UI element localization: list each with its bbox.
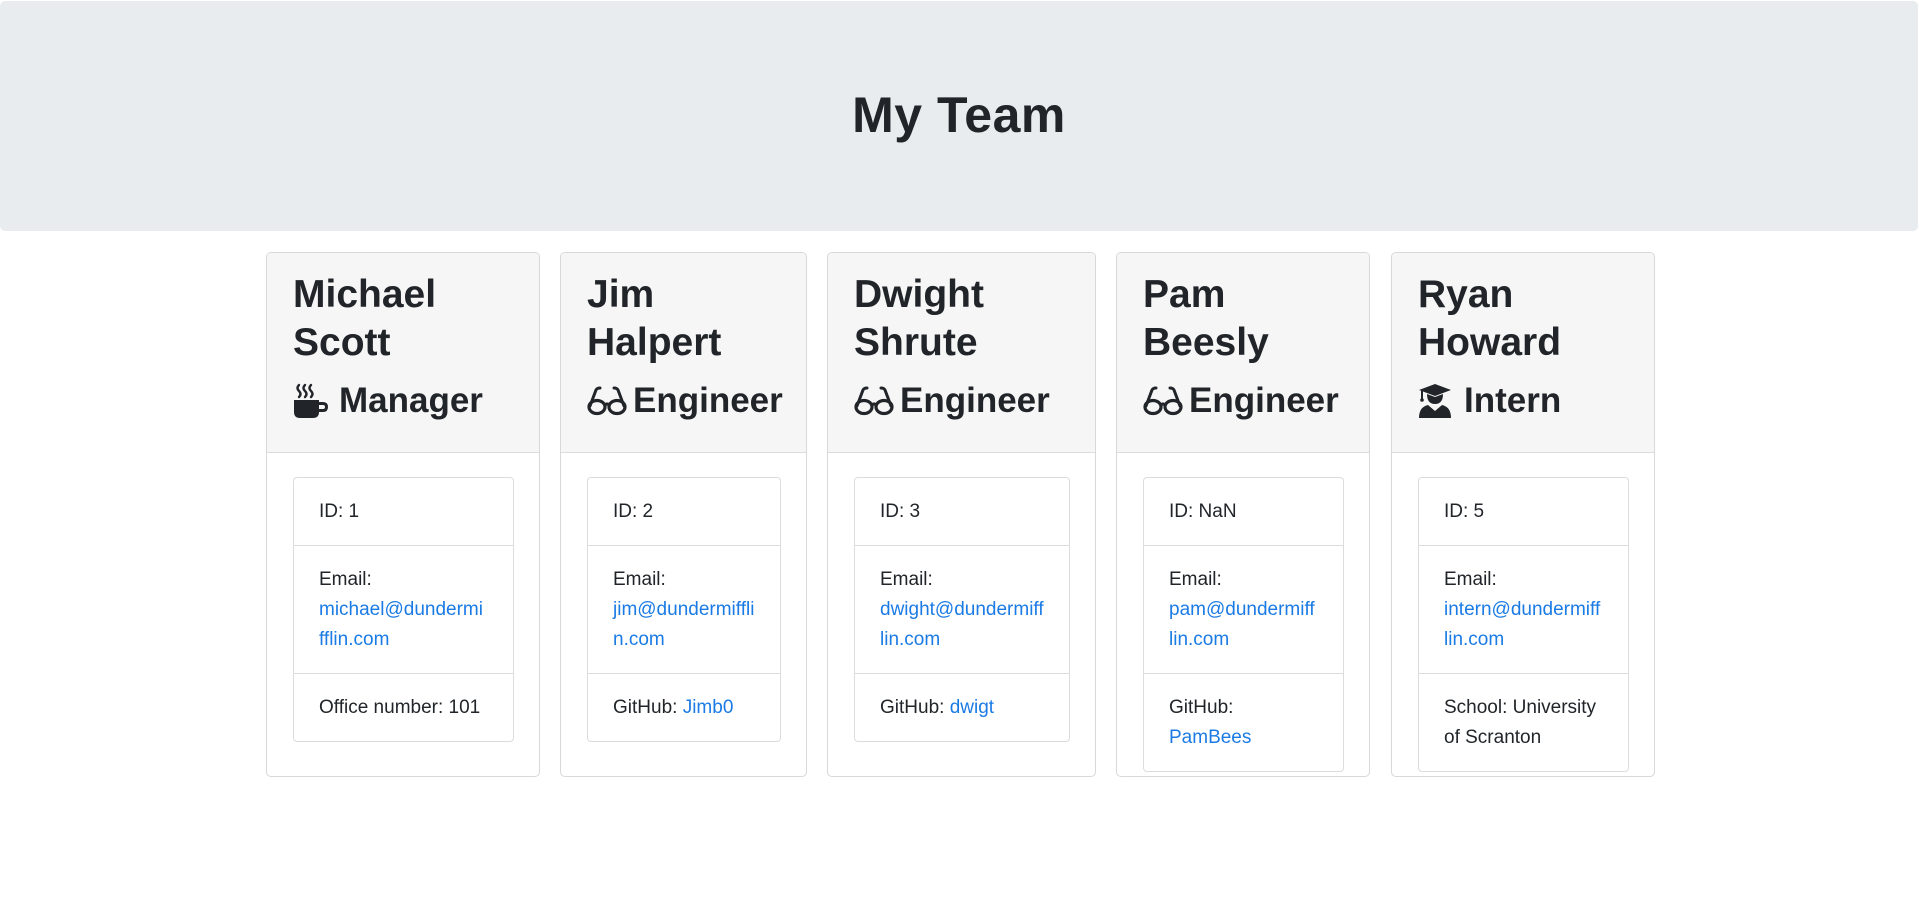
employee-name: Dwight Shrute [854,273,984,364]
employee-id: ID: 3 [855,478,1069,546]
employee-card-michael-scott: Michael Scott Manager ID: 1 Email: micha… [266,252,540,777]
card-header: Pam Beesly Engineer [1117,253,1369,453]
employee-id: ID: NaN [1144,478,1343,546]
glasses-icon [1143,381,1183,421]
employee-role: Engineer [854,381,1095,421]
employee-email: Email: jim@dundermifflin.com [588,546,780,674]
employee-details: ID: 1 Email: michael@dundermifflin.com O… [293,477,514,742]
employee-name: Pam Beesly [1143,273,1269,364]
page-header: My Team [0,1,1918,231]
card-header: Dwight Shrute Engineer [828,253,1095,453]
email-link[interactable]: dwight@dundermifflin.com [880,599,1044,650]
user-graduate-icon [1418,381,1458,421]
employee-role: Manager [293,381,539,421]
github-info: GitHub: dwigt [880,697,995,718]
card-body: ID: NaN Email: pam@dundermifflin.com Git… [1117,453,1369,772]
page-title: My Team [852,87,1066,143]
employee-details: ID: 5 Email: intern@dundermifflin.com Sc… [1418,477,1629,772]
employee-details: ID: 3 Email: dwight@dundermifflin.com Gi… [854,477,1070,742]
github-link[interactable]: dwigt [950,697,994,718]
employee-card-pam-beesly: Pam Beesly Engineer ID: NaN Email: pam@d… [1116,252,1370,777]
employee-name: Jim Halpert [587,273,722,364]
employee-id: ID: 5 [1419,478,1628,546]
employee-details: ID: NaN Email: pam@dundermifflin.com Git… [1143,477,1344,772]
card-body: ID: 1 Email: michael@dundermifflin.com O… [267,453,539,742]
employee-card-ryan-howard: Ryan Howard Intern ID: 5 Email: intern@d… [1391,252,1655,777]
employee-card-dwight-shrute: Dwight Shrute Engineer ID: 3 Email: dwig… [827,252,1096,777]
github-link[interactable]: PamBees [1169,727,1251,748]
employee-role: Engineer [587,381,806,421]
office-number: Office number: 101 [319,697,481,718]
employee-email: Email: pam@dundermifflin.com [1144,546,1343,674]
employee-name: Ryan Howard [1418,273,1562,364]
card-header: Jim Halpert Engineer [561,253,806,453]
employee-email: Email: michael@dundermifflin.com [294,546,513,674]
github-info: GitHub: Jimb0 [613,697,734,718]
card-body: ID: 3 Email: dwight@dundermifflin.com Gi… [828,453,1095,742]
employee-role: Intern [1418,381,1654,421]
employee-name: Michael Scott [293,273,437,364]
employee-email: Email: intern@dundermifflin.com [1419,546,1628,674]
github-info: GitHub: PamBees [1169,697,1252,748]
employee-role: Engineer [1143,381,1369,421]
card-header: Michael Scott Manager [267,253,539,453]
glasses-icon [587,381,627,421]
school-info: School: University of Scranton [1444,697,1597,748]
email-link[interactable]: jim@dundermifflin.com [613,599,754,650]
card-header: Ryan Howard Intern [1392,253,1654,453]
email-link[interactable]: michael@dundermifflin.com [319,599,483,650]
github-link[interactable]: Jimb0 [683,697,734,718]
mug-hot-icon [293,381,333,421]
employee-id: ID: 2 [588,478,780,546]
employee-email: Email: dwight@dundermifflin.com [855,546,1069,674]
employee-details: ID: 2 Email: jim@dundermifflin.com GitHu… [587,477,781,742]
card-body: ID: 5 Email: intern@dundermifflin.com Sc… [1392,453,1654,772]
employee-id: ID: 1 [294,478,513,546]
email-link[interactable]: intern@dundermifflin.com [1444,599,1600,650]
glasses-icon [854,381,894,421]
card-body: ID: 2 Email: jim@dundermifflin.com GitHu… [561,453,806,742]
email-link[interactable]: pam@dundermifflin.com [1169,599,1315,650]
employee-card-jim-halpert: Jim Halpert Engineer ID: 2 Email: jim@du… [560,252,807,777]
